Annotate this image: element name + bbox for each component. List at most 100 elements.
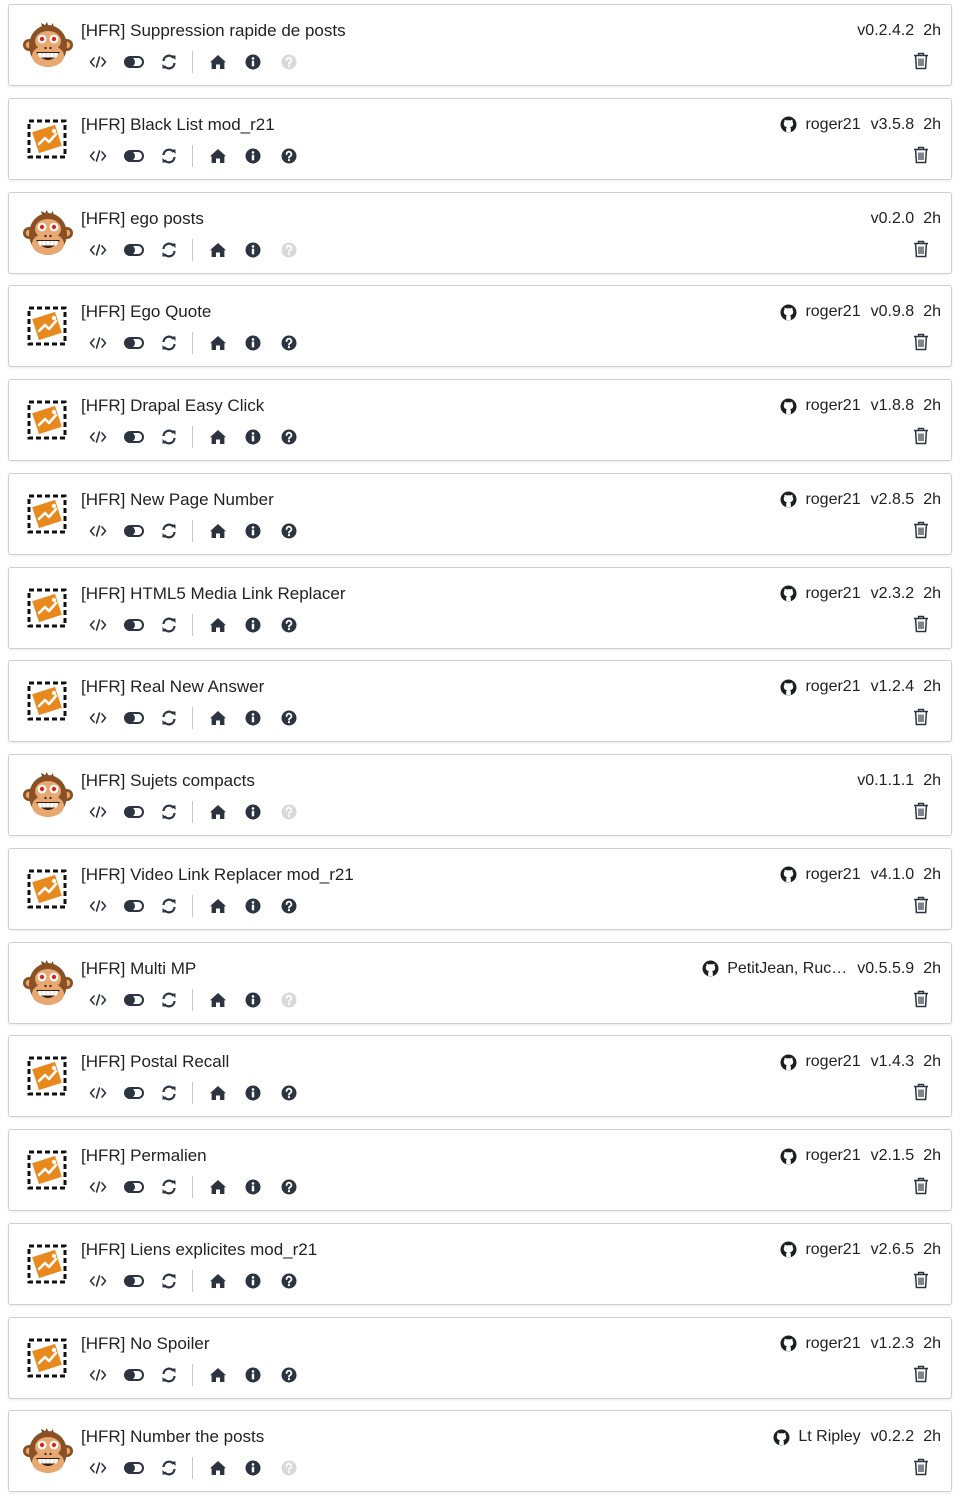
- toggle-icon[interactable]: [123, 426, 145, 448]
- script-title[interactable]: [HFR] Permalien: [81, 1146, 207, 1166]
- author-link[interactable]: PetitJean, Ruc…: [702, 960, 847, 978]
- script-title[interactable]: [HFR] Real New Answer: [81, 677, 264, 697]
- sync-icon[interactable]: [158, 1176, 180, 1198]
- info-icon[interactable]: [242, 332, 264, 354]
- info-icon[interactable]: [242, 801, 264, 823]
- home-icon[interactable]: [207, 1082, 229, 1104]
- sync-icon[interactable]: [158, 145, 180, 167]
- trash-icon[interactable]: [913, 1458, 931, 1478]
- home-icon[interactable]: [207, 426, 229, 448]
- help-icon[interactable]: [278, 895, 300, 917]
- code-icon[interactable]: [87, 707, 109, 729]
- home-icon[interactable]: [207, 1176, 229, 1198]
- info-icon[interactable]: [242, 707, 264, 729]
- help-icon[interactable]: [278, 426, 300, 448]
- code-icon[interactable]: [87, 239, 109, 261]
- code-icon[interactable]: [87, 989, 109, 1011]
- help-icon[interactable]: [278, 332, 300, 354]
- sync-icon[interactable]: [158, 1457, 180, 1479]
- help-icon[interactable]: [278, 1082, 300, 1104]
- script-title[interactable]: [HFR] No Spoiler: [81, 1334, 209, 1354]
- trash-icon[interactable]: [913, 1083, 931, 1103]
- code-icon[interactable]: [87, 51, 109, 73]
- toggle-icon[interactable]: [123, 614, 145, 636]
- help-icon[interactable]: [278, 520, 300, 542]
- sync-icon[interactable]: [158, 707, 180, 729]
- sync-icon[interactable]: [158, 51, 180, 73]
- home-icon[interactable]: [207, 1457, 229, 1479]
- home-icon[interactable]: [207, 895, 229, 917]
- help-icon[interactable]: [278, 614, 300, 636]
- info-icon[interactable]: [242, 51, 264, 73]
- toggle-icon[interactable]: [123, 1364, 145, 1386]
- info-icon[interactable]: [242, 1176, 264, 1198]
- sync-icon[interactable]: [158, 239, 180, 261]
- trash-icon[interactable]: [913, 521, 931, 541]
- sync-icon[interactable]: [158, 1082, 180, 1104]
- info-icon[interactable]: [242, 145, 264, 167]
- help-icon[interactable]: [278, 707, 300, 729]
- info-icon[interactable]: [242, 989, 264, 1011]
- sync-icon[interactable]: [158, 895, 180, 917]
- trash-icon[interactable]: [913, 52, 931, 72]
- sync-icon[interactable]: [158, 426, 180, 448]
- code-icon[interactable]: [87, 1457, 109, 1479]
- code-icon[interactable]: [87, 1364, 109, 1386]
- info-icon[interactable]: [242, 614, 264, 636]
- toggle-icon[interactable]: [123, 1176, 145, 1198]
- sync-icon[interactable]: [158, 1270, 180, 1292]
- trash-icon[interactable]: [913, 333, 931, 353]
- code-icon[interactable]: [87, 426, 109, 448]
- author-link[interactable]: roger21: [780, 397, 861, 415]
- help-icon[interactable]: [278, 1364, 300, 1386]
- script-title[interactable]: [HFR] Black List mod_r21: [81, 115, 275, 135]
- toggle-icon[interactable]: [123, 707, 145, 729]
- info-icon[interactable]: [242, 1364, 264, 1386]
- script-title[interactable]: [HFR] Video Link Replacer mod_r21: [81, 865, 354, 885]
- script-title[interactable]: [HFR] Number the posts: [81, 1427, 264, 1447]
- script-title[interactable]: [HFR] Multi MP: [81, 959, 196, 979]
- toggle-icon[interactable]: [123, 895, 145, 917]
- home-icon[interactable]: [207, 51, 229, 73]
- code-icon[interactable]: [87, 520, 109, 542]
- author-link[interactable]: roger21: [780, 678, 861, 696]
- toggle-icon[interactable]: [123, 239, 145, 261]
- toggle-icon[interactable]: [123, 145, 145, 167]
- trash-icon[interactable]: [913, 615, 931, 635]
- info-icon[interactable]: [242, 239, 264, 261]
- info-icon[interactable]: [242, 520, 264, 542]
- trash-icon[interactable]: [913, 427, 931, 447]
- toggle-icon[interactable]: [123, 1457, 145, 1479]
- trash-icon[interactable]: [913, 1177, 931, 1197]
- trash-icon[interactable]: [913, 896, 931, 916]
- author-link[interactable]: roger21: [780, 866, 861, 884]
- sync-icon[interactable]: [158, 614, 180, 636]
- code-icon[interactable]: [87, 614, 109, 636]
- author-link[interactable]: roger21: [780, 1147, 861, 1165]
- code-icon[interactable]: [87, 1270, 109, 1292]
- author-link[interactable]: roger21: [780, 303, 861, 321]
- sync-icon[interactable]: [158, 332, 180, 354]
- author-link[interactable]: roger21: [780, 491, 861, 509]
- help-icon[interactable]: [278, 1270, 300, 1292]
- home-icon[interactable]: [207, 1364, 229, 1386]
- sync-icon[interactable]: [158, 520, 180, 542]
- info-icon[interactable]: [242, 1270, 264, 1292]
- trash-icon[interactable]: [913, 990, 931, 1010]
- home-icon[interactable]: [207, 1270, 229, 1292]
- sync-icon[interactable]: [158, 1364, 180, 1386]
- toggle-icon[interactable]: [123, 989, 145, 1011]
- toggle-icon[interactable]: [123, 51, 145, 73]
- code-icon[interactable]: [87, 895, 109, 917]
- script-title[interactable]: [HFR] Postal Recall: [81, 1052, 229, 1072]
- home-icon[interactable]: [207, 520, 229, 542]
- trash-icon[interactable]: [913, 1271, 931, 1291]
- help-icon[interactable]: [278, 1176, 300, 1198]
- script-title[interactable]: [HFR] Sujets compacts: [81, 771, 255, 791]
- toggle-icon[interactable]: [123, 1270, 145, 1292]
- toggle-icon[interactable]: [123, 332, 145, 354]
- code-icon[interactable]: [87, 145, 109, 167]
- code-icon[interactable]: [87, 801, 109, 823]
- home-icon[interactable]: [207, 239, 229, 261]
- author-link[interactable]: roger21: [780, 116, 861, 134]
